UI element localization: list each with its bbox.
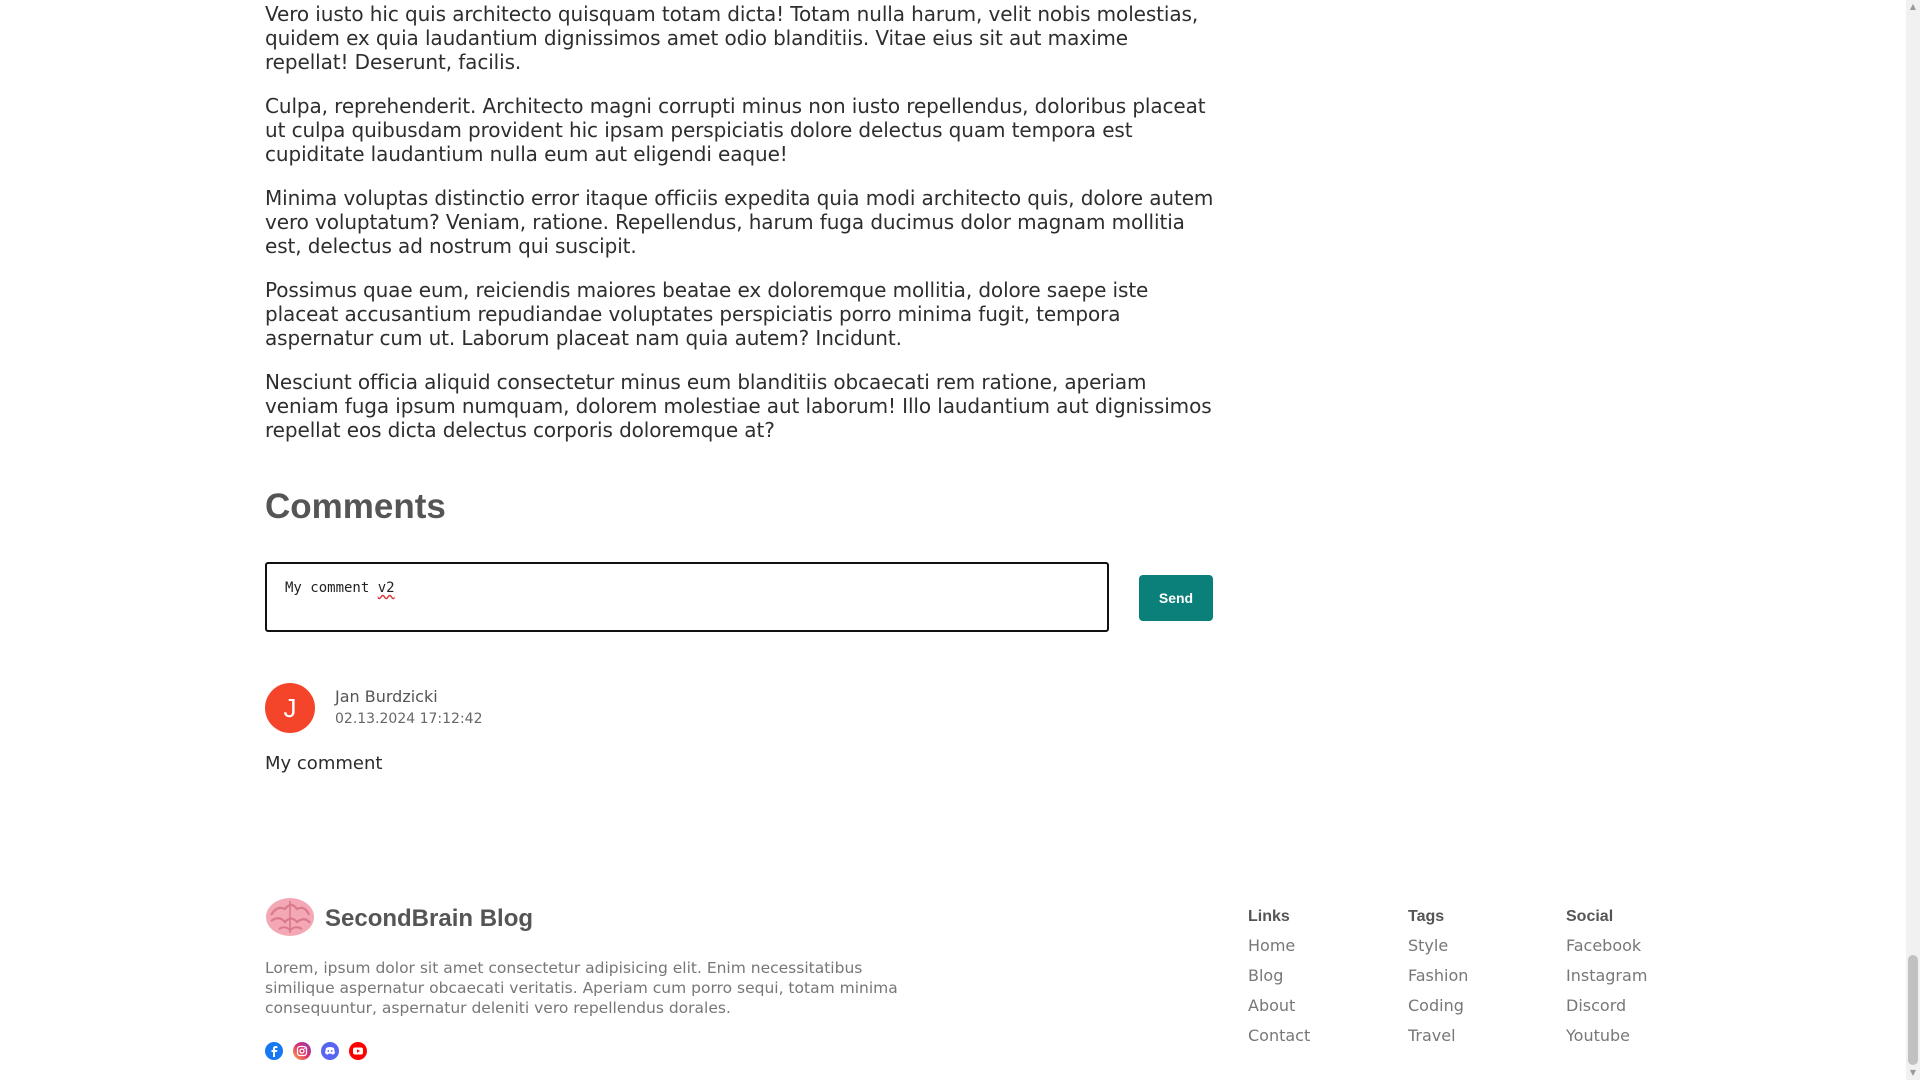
scroll-up-arrow-icon[interactable]: ▲ bbox=[1908, 2, 1918, 12]
comment-input-text: My comment bbox=[285, 580, 378, 596]
footer-link-contact[interactable]: Contact bbox=[1248, 1026, 1310, 1046]
footer-link-home[interactable]: Home bbox=[1248, 936, 1310, 956]
page: Vero iusto hic quis architecto quisquam … bbox=[0, 0, 1920, 1080]
article-content: Vero iusto hic quis architecto quisquam … bbox=[265, 0, 1215, 774]
comments-title: Comments bbox=[265, 487, 446, 526]
footer-social-youtube[interactable]: Youtube bbox=[1566, 1026, 1647, 1046]
footer-link-about[interactable]: About bbox=[1248, 996, 1310, 1016]
footer-tag-fashion[interactable]: Fashion bbox=[1408, 966, 1468, 986]
scroll-down-arrow-icon[interactable]: ▼ bbox=[1908, 1068, 1918, 1078]
scrollbar-thumb[interactable] bbox=[1908, 955, 1918, 1065]
brand-name: SecondBrain Blog bbox=[325, 905, 534, 932]
footer-tag-travel[interactable]: Travel bbox=[1408, 1026, 1468, 1046]
footer-tag-style[interactable]: Style bbox=[1408, 936, 1468, 956]
comment-text: My comment bbox=[265, 753, 383, 774]
footer-column-links: Links Home Blog About Contact bbox=[1248, 908, 1310, 1056]
footer-description: Lorem, ipsum dolor sit amet consectetur … bbox=[265, 959, 898, 1017]
footer-column-social: Social Facebook Instagram Discord Youtub… bbox=[1566, 908, 1647, 1056]
article-paragraph: Possimus quae eum, reiciendis maiores be… bbox=[265, 278, 1149, 350]
comment-input-misspelled-word: v2 bbox=[377, 580, 395, 596]
footer-social-facebook[interactable]: Facebook bbox=[1566, 936, 1647, 956]
comment-input[interactable]: My comment v2 bbox=[265, 562, 1109, 632]
avatar: J bbox=[265, 683, 315, 733]
instagram-icon[interactable] bbox=[293, 1042, 311, 1060]
youtube-icon[interactable] bbox=[349, 1042, 367, 1060]
facebook-icon[interactable] bbox=[265, 1042, 283, 1060]
footer-column-title: Social bbox=[1566, 908, 1614, 925]
article-paragraph: Minima voluptas distinctio error itaque … bbox=[265, 186, 1214, 258]
footer-link-blog[interactable]: Blog bbox=[1248, 966, 1310, 986]
footer-social-icons bbox=[265, 1042, 367, 1060]
footer-social-discord[interactable]: Discord bbox=[1566, 996, 1647, 1016]
vertical-scrollbar[interactable]: ▲ ▼ bbox=[1906, 0, 1920, 1080]
footer-column-title: Links bbox=[1248, 908, 1290, 925]
brain-icon bbox=[266, 898, 314, 936]
footer-tag-coding[interactable]: Coding bbox=[1408, 996, 1468, 1016]
article-paragraph: Nesciunt officia aliquid consectetur min… bbox=[265, 370, 1212, 442]
article-paragraph: Culpa, reprehenderit. Architecto magni c… bbox=[265, 94, 1206, 166]
comment-author: Jan Burdzicki bbox=[335, 687, 438, 706]
footer: SecondBrain Blog Lorem, ipsum dolor sit … bbox=[265, 895, 1705, 1075]
footer-social-instagram[interactable]: Instagram bbox=[1566, 966, 1647, 986]
footer-column-tags: Tags Style Fashion Coding Travel bbox=[1408, 908, 1468, 1056]
article-paragraph: Vero iusto hic quis architecto quisquam … bbox=[265, 2, 1199, 74]
footer-column-title: Tags bbox=[1408, 908, 1445, 925]
send-button[interactable]: Send bbox=[1139, 575, 1213, 621]
comment-date: 02.13.2024 17:12:42 bbox=[335, 711, 483, 727]
discord-icon[interactable] bbox=[321, 1042, 339, 1060]
